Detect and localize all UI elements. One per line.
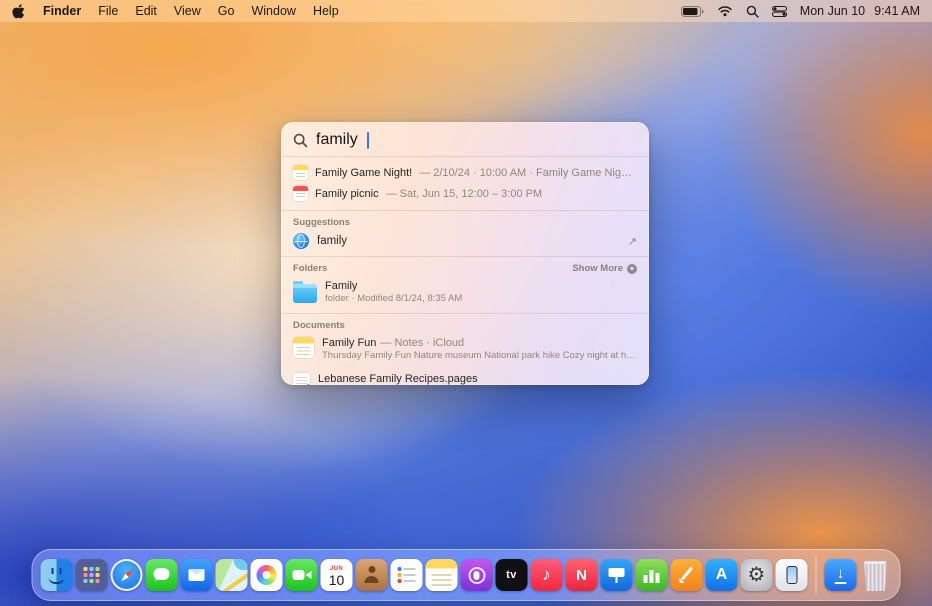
- dock-appstore-icon[interactable]: A: [706, 559, 738, 591]
- folders-header-label: Folders: [293, 263, 327, 274]
- dock-calendar-icon[interactable]: JUN10: [321, 559, 353, 591]
- menu-view[interactable]: View: [174, 4, 201, 18]
- menu-file[interactable]: File: [98, 4, 118, 18]
- show-more-button[interactable]: Show More +: [572, 263, 637, 274]
- folder-icon: [293, 284, 317, 303]
- spotlight-search-input[interactable]: family: [281, 122, 649, 156]
- section-header-suggestions: Suggestions: [281, 211, 649, 231]
- show-more-label: Show More: [572, 263, 623, 274]
- dock-reminders-icon[interactable]: [391, 559, 423, 591]
- suggestion-family[interactable]: family ↗: [281, 231, 649, 256]
- dock-mail-icon[interactable]: [181, 559, 213, 591]
- dock-downloads-icon[interactable]: ↓: [825, 559, 857, 591]
- menu-finder[interactable]: Finder: [43, 4, 81, 18]
- suggestion-label: family: [317, 235, 347, 247]
- open-arrow-icon: ↗: [628, 235, 637, 248]
- document-result-lebanese-recipes[interactable]: Lebanese Family Recipes.pages: [281, 370, 649, 385]
- folder-result-family[interactable]: Family folder · Modified 8/1/24, 8:35 AM: [281, 277, 649, 313]
- pages-document-icon: [293, 373, 310, 385]
- menu-edit[interactable]: Edit: [135, 4, 157, 18]
- result-family-picnic[interactable]: Family picnic — Sat, Jun 15, 12:00 – 3:0…: [281, 183, 649, 204]
- web-suggestion-icon: [293, 233, 309, 249]
- plus-circle-icon: +: [627, 264, 637, 274]
- magnifier-icon: [293, 133, 308, 148]
- dock-messages-icon[interactable]: [146, 559, 178, 591]
- dock-keynote-icon[interactable]: [601, 559, 633, 591]
- wifi-icon[interactable]: [717, 5, 733, 17]
- dock-news-icon[interactable]: N: [566, 559, 598, 591]
- dock-podcasts-icon[interactable]: [461, 559, 493, 591]
- result-title: Family picnic: [315, 188, 379, 200]
- dock-trash-icon[interactable]: [860, 559, 892, 591]
- dock-photos-icon[interactable]: [251, 559, 283, 591]
- document-subtitle: Thursday Family Fun Nature museum Nation…: [322, 350, 637, 362]
- spotlight-panel: family Family Game Night! — 2/10/24 · 10…: [281, 122, 649, 385]
- top-hits-list: Family Game Night! — 2/10/24 · 10:00 AM …: [281, 157, 649, 210]
- control-center-icon[interactable]: [772, 6, 787, 17]
- folder-title: Family: [325, 280, 462, 293]
- dock-safari-icon[interactable]: [111, 559, 143, 591]
- menu-go[interactable]: Go: [218, 4, 235, 18]
- dock-contacts-icon[interactable]: [356, 559, 388, 591]
- dock-maps-icon[interactable]: [216, 559, 248, 591]
- menu-bar: Finder File Edit View Go Window Help Mon Jun 1…: [0, 0, 932, 22]
- result-meta: — 2/10/24 · 10:00 AM · Family Game Night…: [419, 167, 637, 179]
- dock-pages-icon[interactable]: [671, 559, 703, 591]
- result-title: Family Game Night!: [315, 167, 412, 179]
- result-family-game-night[interactable]: Family Game Night! — 2/10/24 · 10:00 AM …: [281, 162, 649, 183]
- menu-bar-date[interactable]: Mon Jun 10: [800, 4, 865, 18]
- battery-icon[interactable]: [681, 6, 704, 17]
- dock-tv-icon[interactable]: tv: [496, 559, 528, 591]
- notes-document-icon: [293, 337, 314, 358]
- search-query-text: family: [316, 131, 358, 149]
- result-meta: — Sat, Jun 15, 12:00 – 3:00 PM: [386, 188, 543, 200]
- dock-iphone-mirroring-icon[interactable]: [776, 559, 808, 591]
- text-caret: [367, 132, 369, 149]
- menu-bar-clock[interactable]: 9:41 AM: [874, 4, 920, 18]
- section-header-documents: Documents: [281, 314, 649, 334]
- dock-facetime-icon[interactable]: [286, 559, 318, 591]
- calendar-icon: [293, 186, 308, 201]
- note-icon: [293, 165, 308, 180]
- apple-menu-icon[interactable]: [12, 4, 25, 19]
- suggestions-header-label: Suggestions: [293, 217, 350, 228]
- desktop-wallpaper: Finder File Edit View Go Window Help Mon Jun 1…: [0, 0, 932, 606]
- menu-window[interactable]: Window: [251, 4, 295, 18]
- document-meta: — Notes · iCloud: [380, 337, 464, 350]
- document-title: Family Fun: [322, 337, 376, 350]
- menu-help[interactable]: Help: [313, 4, 339, 18]
- app-menus: Finder File Edit View Go Window Help: [43, 4, 339, 18]
- dock-launchpad-icon[interactable]: [76, 559, 108, 591]
- search-icon[interactable]: [746, 5, 759, 18]
- document-result-family-fun[interactable]: Family Fun — Notes · iCloud Thursday Fam…: [281, 334, 649, 370]
- dock-music-icon[interactable]: ♪: [531, 559, 563, 591]
- dock-divider: [816, 556, 817, 594]
- documents-header-label: Documents: [293, 320, 345, 331]
- dock-finder-icon[interactable]: [41, 559, 73, 591]
- section-header-folders: Folders Show More +: [281, 257, 649, 277]
- dock-notes-icon[interactable]: [426, 559, 458, 591]
- document-title: Lebanese Family Recipes.pages: [318, 373, 478, 385]
- dock-settings-icon[interactable]: ⚙: [741, 559, 773, 591]
- dock: JUN10 tv♪N A⚙ ↓: [32, 549, 901, 601]
- folder-subtitle: folder · Modified 8/1/24, 8:35 AM: [325, 293, 462, 305]
- dock-numbers-icon[interactable]: [636, 559, 668, 591]
